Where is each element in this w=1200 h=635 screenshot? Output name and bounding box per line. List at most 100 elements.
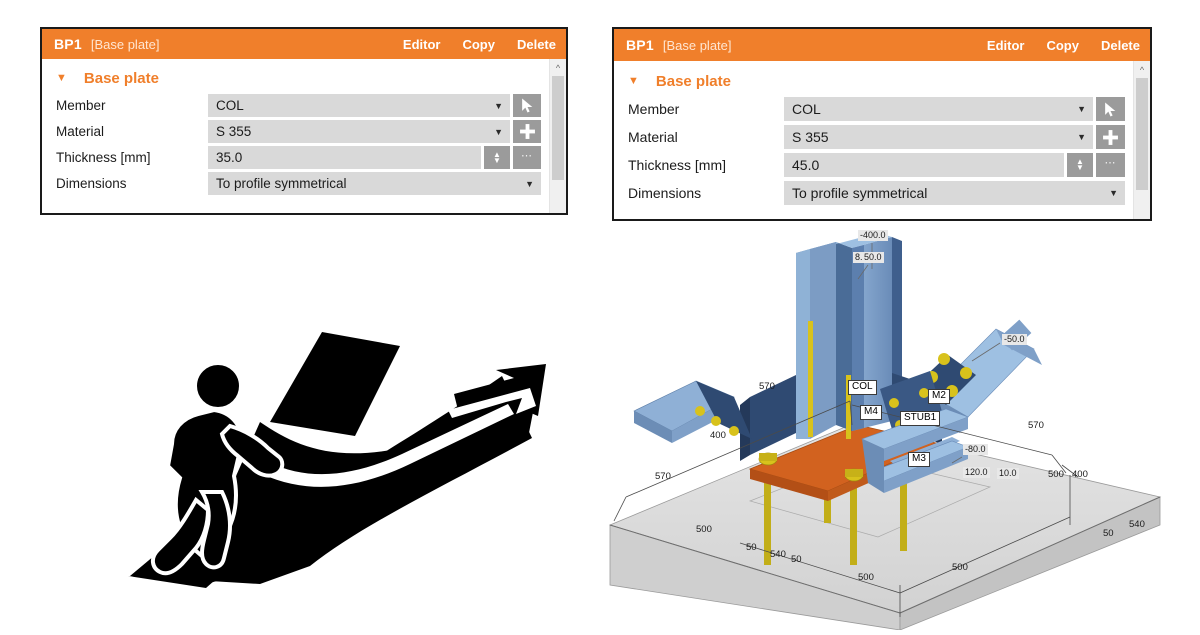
form-fields: Member COL ▼ Material S 355 ▼ Thickness … [42, 94, 566, 195]
chevron-down-icon[interactable]: ▼ [494, 101, 503, 111]
dimensions-select[interactable]: To profile symmetrical ▼ [784, 181, 1125, 205]
thickness-more-button[interactable]: ⋯ [513, 146, 541, 169]
chevron-down-icon[interactable]: ▼ [628, 76, 639, 87]
person-bending-arrow-icon [128, 332, 546, 588]
scroll-up-icon[interactable]: ^ [1134, 61, 1150, 78]
material-select[interactable]: S 355 ▼ [208, 120, 510, 143]
member-control: COL ▼ [784, 97, 1125, 121]
form-row-material: Material S 355 ▼ [628, 125, 1125, 149]
member-select[interactable]: COL ▼ [208, 94, 510, 117]
panel-body: ^ ▼ Base plate Member COL ▼ Material S 3… [614, 61, 1150, 219]
copy-button[interactable]: Copy [462, 37, 495, 52]
member-label: Member [56, 98, 106, 113]
editor-button[interactable]: Editor [403, 37, 441, 52]
dimensions-select[interactable]: To profile symmetrical ▼ [208, 172, 541, 195]
member-label-col: COL [848, 380, 877, 395]
member-value: COL [216, 98, 244, 113]
vertical-scrollbar[interactable]: ^ [549, 59, 566, 213]
dimensions-label: Dimensions [56, 176, 127, 191]
material-label: Material [628, 129, 678, 145]
member-select[interactable]: COL ▼ [784, 97, 1093, 121]
member-value: COL [792, 101, 821, 117]
thickness-control: 45.0 ▲ ▼ ⋯ [784, 153, 1125, 177]
section-title: Base plate [655, 73, 731, 90]
thickness-input[interactable]: 45.0 [784, 153, 1064, 177]
panel-id: BP1 [626, 37, 654, 53]
add-material-button[interactable] [1096, 125, 1125, 149]
thickness-label: Thickness [mm] [628, 157, 727, 173]
person-bending-arrow-pictogram [110, 318, 570, 588]
steel-connection-3d-model[interactable]: COL M4 STUB1 M2 M3 -400.0 8.0 50.0 -50.0… [600, 225, 1200, 631]
thickness-stepper[interactable]: ▲ ▼ [484, 146, 510, 169]
copy-button[interactable]: Copy [1046, 38, 1079, 53]
callout-120: 120.0 [963, 467, 990, 479]
dimensions-value: To profile symmetrical [792, 185, 928, 201]
dim-50-a: 50 [746, 542, 757, 553]
dimensions-control: To profile symmetrical ▼ [208, 172, 541, 195]
delete-button[interactable]: Delete [1101, 38, 1140, 53]
thickness-stepper[interactable]: ▲ ▼ [1067, 153, 1093, 177]
dimensions-control: To profile symmetrical ▼ [784, 181, 1125, 205]
dim-500-right: 500 [952, 562, 968, 573]
section-header-base-plate[interactable]: ▼ Base plate [42, 70, 566, 87]
scrollbar-thumb[interactable] [1136, 78, 1148, 190]
form-row-thickness: Thickness [mm] 35.0 ▲ ▼ ⋯ [56, 146, 541, 169]
chevron-down-icon[interactable]: ▼ [56, 73, 67, 84]
material-select[interactable]: S 355 ▼ [784, 125, 1093, 149]
section-header-base-plate[interactable]: ▼ Base plate [614, 73, 1150, 90]
dim-540-b: 540 [1129, 519, 1145, 530]
dim-400-left: 400 [710, 430, 726, 441]
thickness-value: 35.0 [216, 150, 243, 165]
material-control: S 355 ▼ [784, 125, 1125, 149]
pick-member-button[interactable] [513, 94, 541, 117]
scroll-up-icon[interactable]: ^ [550, 59, 566, 76]
member-label: Member [628, 101, 680, 117]
dim-50-c: 50 [1103, 528, 1114, 539]
panel-subtitle: [Base plate] [90, 36, 160, 52]
member-label-m3: M3 [908, 452, 930, 467]
dimensions-value: To profile symmetrical [216, 176, 347, 191]
callout-50: 50.0 [862, 252, 884, 264]
vertical-scrollbar[interactable]: ^ [1133, 61, 1150, 219]
chevron-down-icon[interactable]: ▼ [494, 127, 503, 137]
callout-minus-80: -80.0 [963, 444, 988, 456]
thickness-input[interactable]: 35.0 [208, 146, 481, 169]
panel-header: BP1 [Base plate] Editor Copy Delete [614, 29, 1150, 61]
form-fields: Member COL ▼ Material S 355 ▼ Thickness … [614, 97, 1150, 205]
dim-500-edge: 500 [1048, 469, 1064, 480]
thickness-more-button[interactable]: ⋯ [1096, 153, 1125, 177]
form-row-dimensions: Dimensions To profile symmetrical ▼ [628, 181, 1125, 205]
panel-subtitle: [Base plate] [662, 37, 732, 53]
editor-button[interactable]: Editor [987, 38, 1025, 53]
plus-icon [519, 124, 535, 139]
dimensions-label: Dimensions [628, 185, 702, 201]
member-label-stub1: STUB1 [900, 411, 941, 426]
form-row-thickness: Thickness [mm] 45.0 ▲ ▼ ⋯ [628, 153, 1125, 177]
material-label: Material [56, 124, 105, 139]
form-row-material: Material S 355 ▼ [56, 120, 541, 143]
material-value: S 355 [792, 129, 829, 145]
dim-570-left: 570 [655, 471, 671, 482]
member-label-m4: M4 [860, 405, 882, 420]
dim-400-edge: 400 [1072, 469, 1088, 480]
callout-10: 10.0 [997, 468, 1019, 480]
add-material-button[interactable] [513, 120, 541, 143]
chevron-down-icon[interactable]: ▼ [1077, 104, 1086, 114]
thickness-control: 35.0 ▲ ▼ ⋯ [208, 146, 541, 169]
dim-50-b: 50 [791, 554, 802, 565]
cursor-arrow-icon [1105, 102, 1116, 116]
form-row-member: Member COL ▼ [56, 94, 541, 117]
callout-minus-50: -50.0 [1002, 334, 1027, 346]
callout-minus-400: -400.0 [858, 230, 888, 242]
pick-member-button[interactable] [1096, 97, 1125, 121]
delete-button[interactable]: Delete [517, 37, 556, 52]
member-control: COL ▼ [208, 94, 541, 117]
stepper-down-icon[interactable]: ▼ [1076, 164, 1084, 172]
section-title: Base plate [83, 70, 159, 87]
chevron-down-icon[interactable]: ▼ [525, 179, 534, 189]
scrollbar-thumb[interactable] [552, 76, 564, 180]
chevron-down-icon[interactable]: ▼ [1109, 188, 1118, 198]
stepper-down-icon[interactable]: ▼ [493, 156, 501, 164]
chevron-down-icon[interactable]: ▼ [1077, 132, 1086, 142]
model-canvas [608, 233, 1162, 631]
